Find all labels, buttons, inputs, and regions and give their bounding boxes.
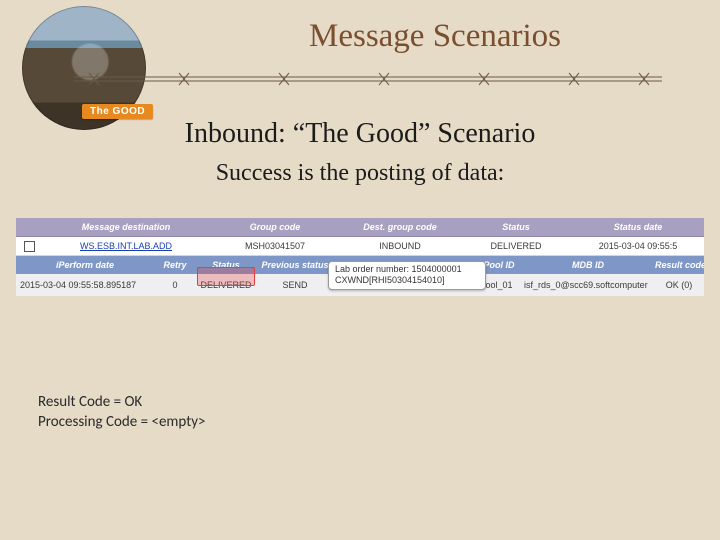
col-perform-date: iPerform date [16, 256, 154, 274]
cell-prev-status: SEND [256, 274, 334, 296]
col-status: Status [460, 218, 572, 237]
callout-line2: CXWND[RHI50304154010] [335, 275, 479, 286]
message-summary-table: Message destination Group code Dest. gro… [16, 218, 704, 256]
cell-status: DELIVERED [460, 237, 572, 256]
col-retry: Retry [154, 256, 196, 274]
barbed-wire-divider-icon [74, 68, 662, 90]
cell-status-date: 2015-03-04 09:55:5 [572, 237, 704, 256]
callout-line1: Lab order number: 1504000001 [335, 264, 479, 275]
note-processing-code: Processing Code = <empty> [38, 412, 205, 432]
col-status-date: Status date [572, 218, 704, 237]
cell-destination[interactable]: WS.ESB.INT.LAB.ADD [42, 237, 210, 256]
col-checkbox [16, 218, 42, 237]
col-group-code: Group code [210, 218, 340, 237]
message-log-screenshot: Message destination Group code Dest. gro… [16, 218, 704, 296]
cell-result-code: OK (0) [654, 274, 704, 296]
row-checkbox-cell[interactable] [16, 237, 42, 256]
cell-retry: 0 [154, 274, 196, 296]
checkbox-icon[interactable] [24, 241, 35, 252]
col-mdb-id: MDB ID [522, 256, 654, 274]
page-title: Message Scenarios [210, 18, 660, 55]
slide: The GOOD Message Scenarios Inbound: “The… [0, 0, 720, 540]
col-destination: Message destination [42, 218, 210, 237]
cell-group-code: MSH03041507 [210, 237, 340, 256]
good-badge: The GOOD [82, 104, 153, 119]
col-result-code: Result code [654, 256, 704, 274]
col-dest-group-code: Dest. group code [340, 218, 460, 237]
col-prev-status: Previous status [256, 256, 334, 274]
cell-mdb-id: isf_rds_0@scc69.softcomputer [522, 274, 654, 296]
table-row: WS.ESB.INT.LAB.ADD MSH03041507 INBOUND D… [16, 237, 704, 256]
subheading-success: Success is the posting of data: [0, 160, 720, 187]
subheading-scenario: Inbound: “The Good” Scenario [0, 118, 720, 150]
details-callout: Lab order number: 1504000001 CXWND[RHI50… [328, 261, 486, 290]
cell-perform-date: 2015-03-04 09:55:58.895187 [16, 274, 154, 296]
table-header-row: Message destination Group code Dest. gro… [16, 218, 704, 237]
result-notes: Result Code = OK Processing Code = <empt… [38, 392, 205, 432]
cell-dest-group-code: INBOUND [340, 237, 460, 256]
delivered-highlight [197, 267, 255, 286]
note-result-code: Result Code = OK [38, 392, 205, 412]
